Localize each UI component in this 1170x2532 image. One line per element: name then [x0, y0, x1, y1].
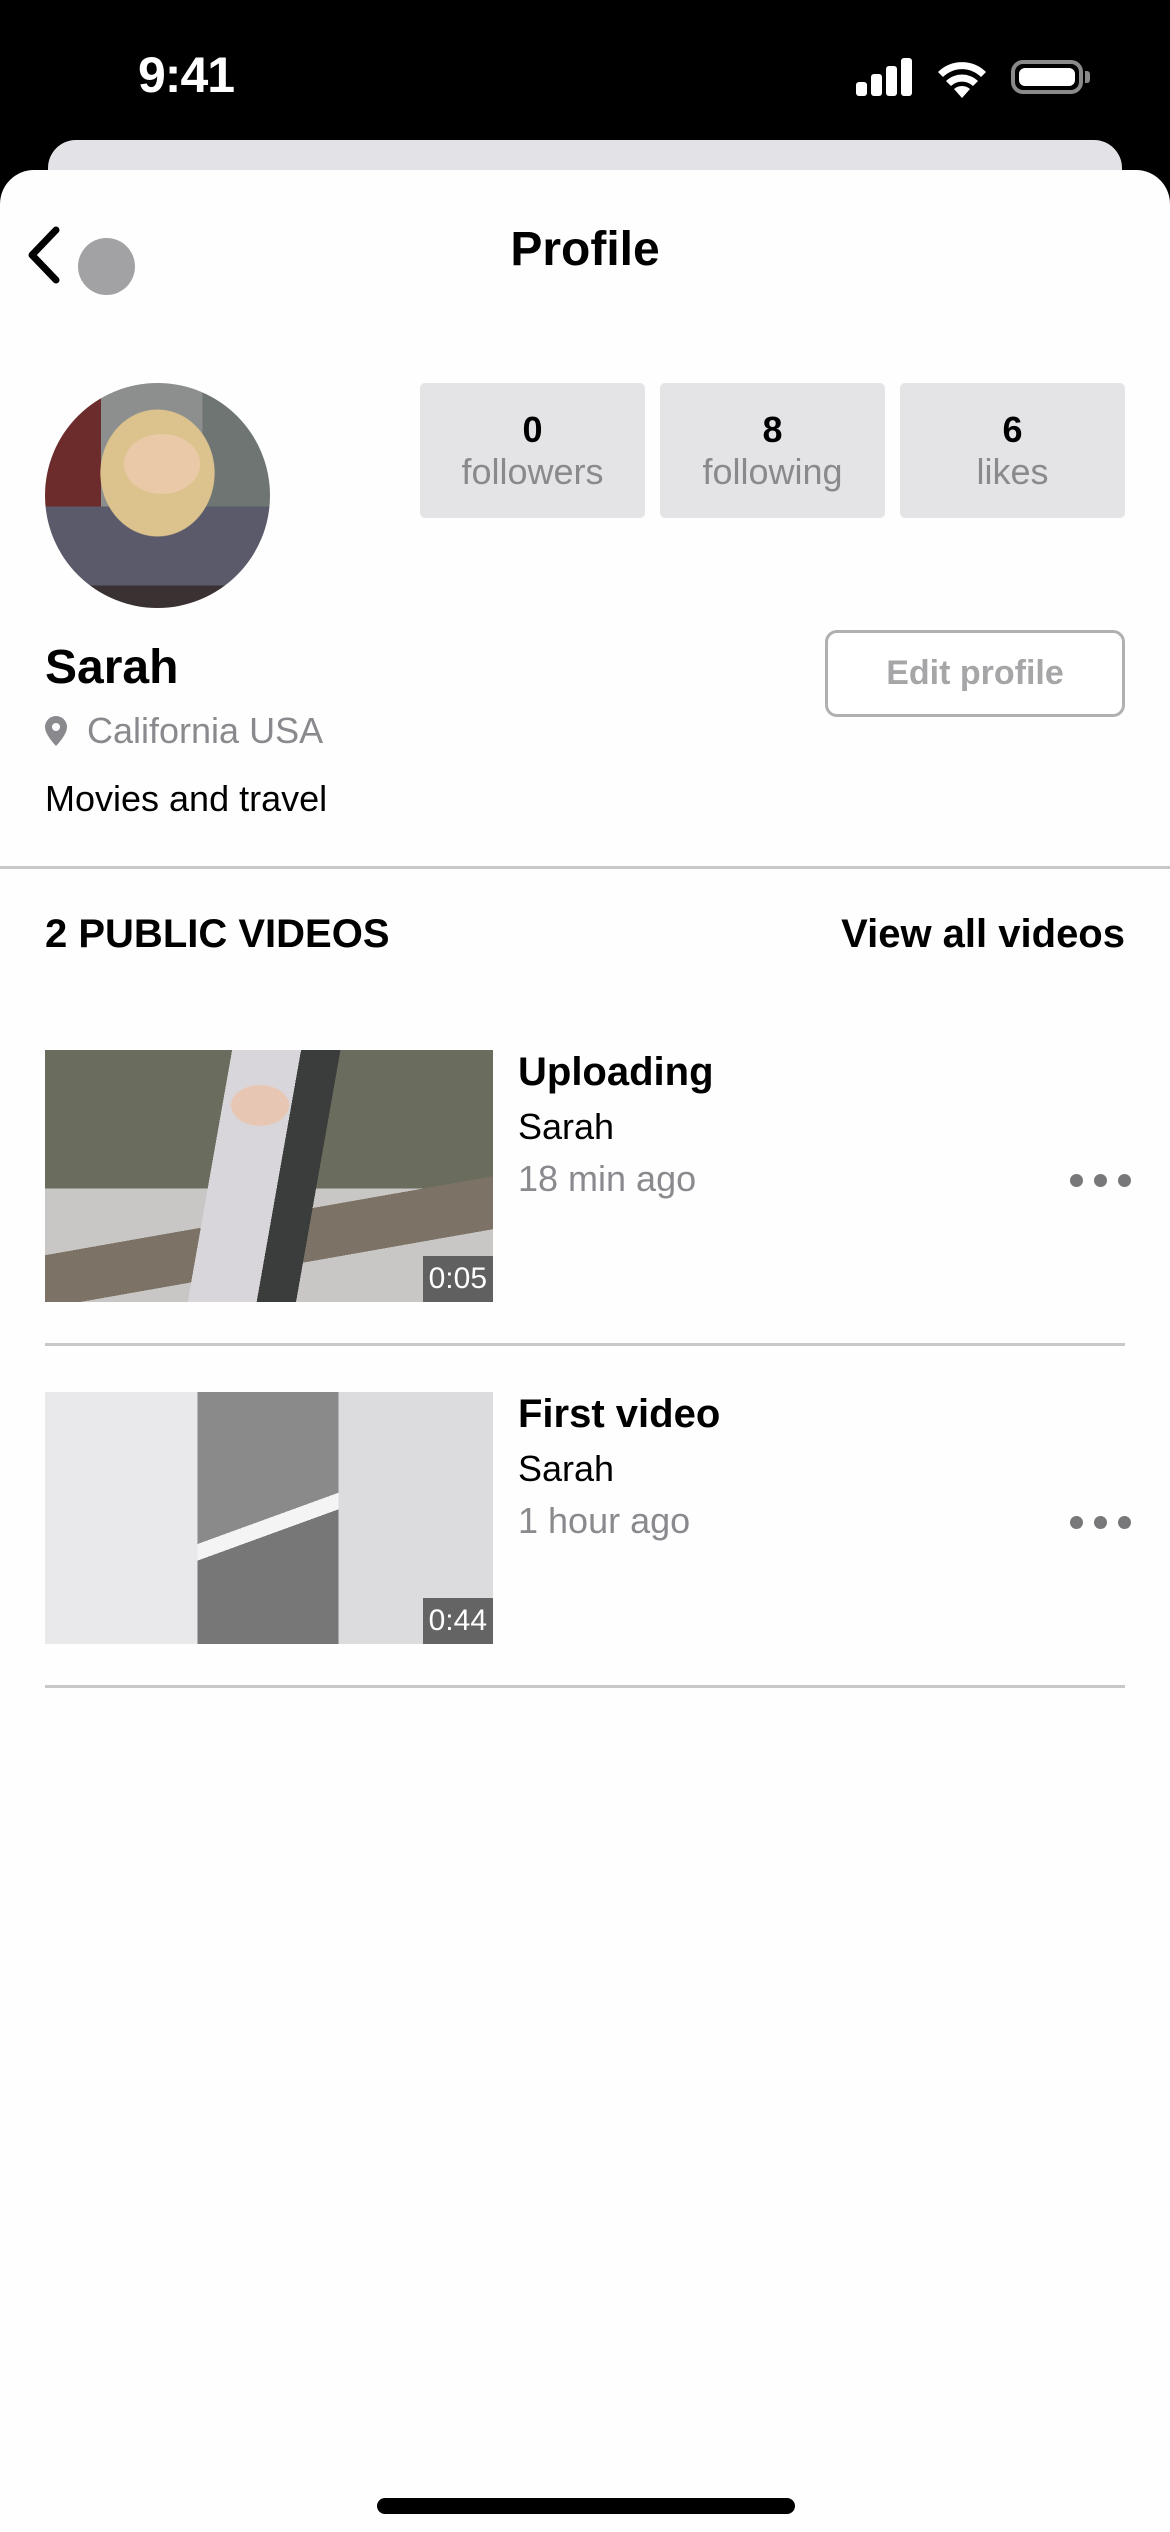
battery-tip — [1085, 71, 1090, 83]
video-thumbnail[interactable]: 0:44 — [45, 1392, 493, 1644]
section-divider — [0, 866, 1170, 869]
status-bar: 9:41 — [0, 0, 1170, 140]
stat-value: 6 — [1002, 409, 1023, 450]
video-timestamp: 18 min ago — [518, 1158, 697, 1199]
wifi-icon — [938, 62, 986, 98]
video-list-item[interactable]: 0:44 First video Sarah 1 hour ago — [0, 1392, 1170, 1688]
profile-bio: Movies and travel — [45, 778, 328, 819]
video-list-item[interactable]: 0:05 Uploading Sarah 18 min ago — [0, 1050, 1170, 1346]
stat-followers[interactable]: 0 followers — [420, 383, 645, 518]
profile-name: Sarah — [45, 641, 179, 694]
profile-sheet: Profile 0 followers 8 following 6 likes … — [0, 170, 1170, 2532]
location-text: California USA — [87, 710, 324, 751]
edit-profile-button[interactable]: Edit profile — [825, 630, 1125, 717]
status-time: 9:41 — [138, 47, 235, 103]
view-all-videos-link[interactable]: View all videos — [841, 912, 1125, 957]
section-title: 2 PUBLIC VIDEOS — [45, 912, 390, 956]
more-options-icon[interactable] — [1064, 1160, 1140, 1200]
stat-value: 0 — [522, 409, 543, 450]
map-pin-icon — [45, 716, 67, 746]
stat-label: following — [702, 451, 843, 492]
video-author: Sarah — [518, 1106, 615, 1147]
video-duration: 0:44 — [422, 1598, 493, 1644]
video-title: First video — [518, 1392, 721, 1436]
row-divider — [45, 1685, 1125, 1688]
video-timestamp: 1 hour ago — [518, 1500, 691, 1541]
stat-label: likes — [976, 451, 1049, 492]
cellular-signal-icon — [856, 58, 914, 96]
stat-value: 8 — [762, 409, 783, 450]
stat-likes[interactable]: 6 likes — [900, 383, 1125, 518]
stat-label: followers — [461, 451, 604, 492]
row-divider — [45, 1343, 1125, 1346]
battery-icon — [1011, 60, 1083, 94]
video-title: Uploading — [518, 1050, 714, 1094]
page-title: Profile — [510, 223, 660, 276]
profile-location: California USA — [45, 710, 323, 752]
home-indicator[interactable] — [377, 2498, 795, 2514]
more-options-icon[interactable] — [1064, 1502, 1140, 1542]
video-author: Sarah — [518, 1448, 615, 1489]
video-thumbnail[interactable]: 0:05 — [45, 1050, 493, 1302]
video-duration: 0:05 — [422, 1256, 493, 1302]
avatar[interactable] — [45, 383, 270, 608]
stat-following[interactable]: 8 following — [660, 383, 885, 518]
